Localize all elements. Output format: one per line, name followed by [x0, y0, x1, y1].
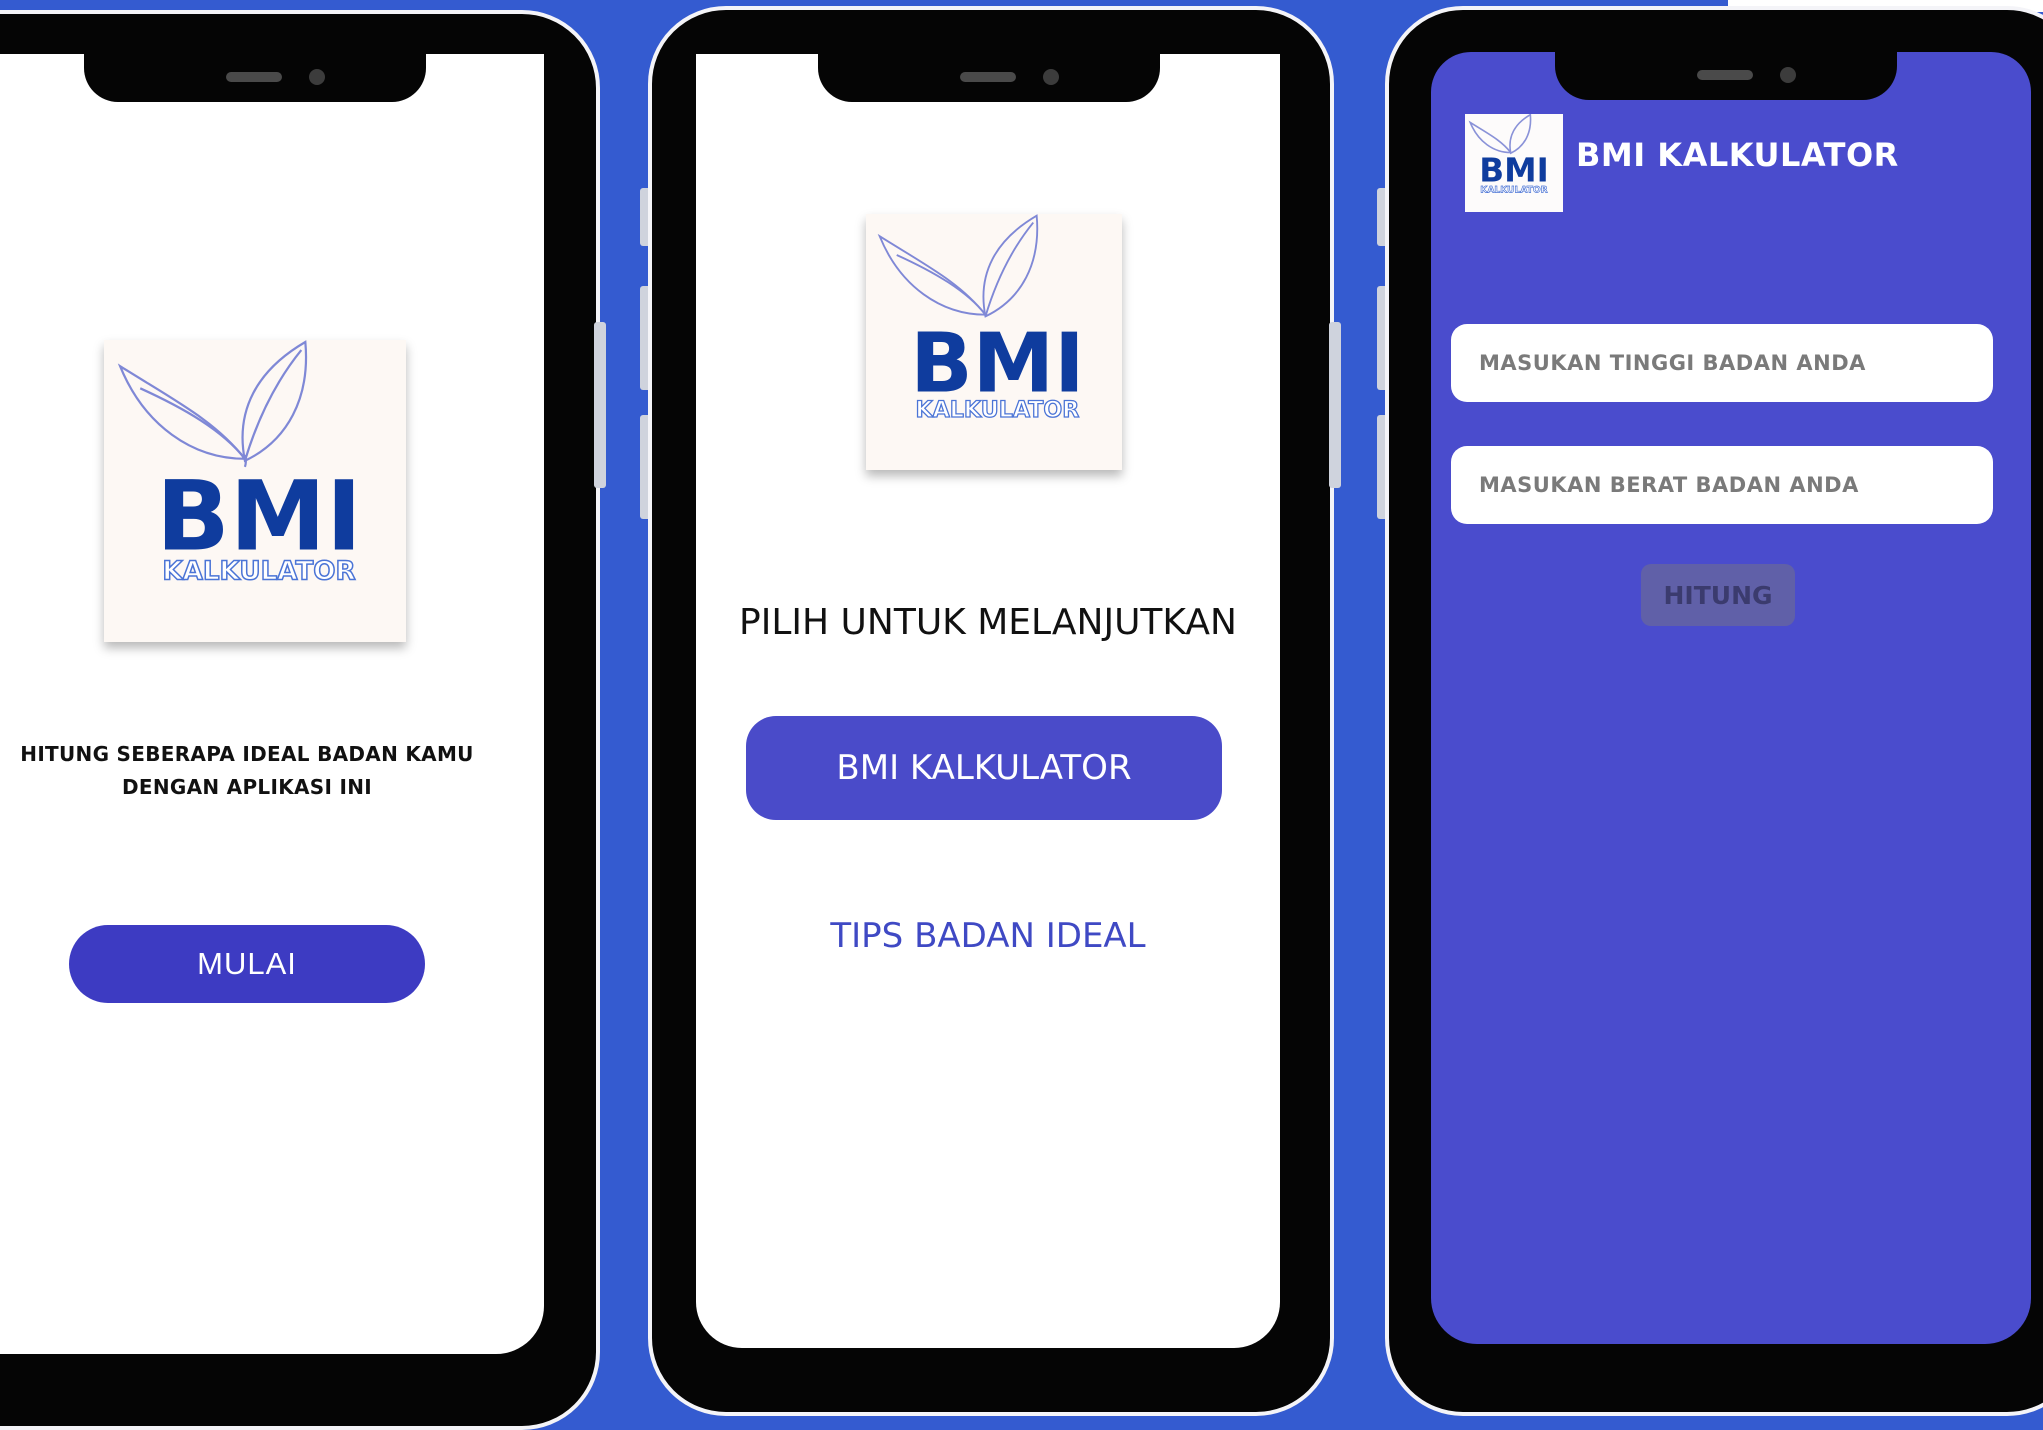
phone-welcome: BMI KALKULATOR HITUNG SEBERAPA IDEAL BAD… — [0, 10, 600, 1430]
tips-link[interactable]: TIPS BADAN IDEAL — [696, 916, 1280, 956]
side-button — [594, 322, 606, 488]
weight-input[interactable]: MASUKAN BERAT BADAN ANDA — [1451, 446, 1993, 524]
app-title: BMI KALKULATOR — [1576, 136, 1899, 174]
camera — [1043, 69, 1059, 85]
app-logo: BMI KALKULATOR — [866, 214, 1122, 470]
start-button[interactable]: MULAI — [69, 925, 425, 1003]
leaf-icon: BMI KALKULATOR — [117, 340, 362, 587]
phone-calculator: BMI KALKULATOR BMI KALKULATOR MASUKAN TI… — [1385, 6, 2043, 1416]
svg-text:BMI: BMI — [1479, 151, 1549, 189]
menu-screen: BMI KALKULATOR PILIH UNTUK MELANJUTKAN B… — [696, 54, 1280, 1348]
phone-menu: BMI KALKULATOR PILIH UNTUK MELANJUTKAN B… — [648, 6, 1334, 1416]
leaf-icon: BMI KALKULATOR — [877, 214, 1085, 424]
camera — [309, 69, 325, 85]
leaf-icon: BMI KALKULATOR — [1468, 114, 1549, 196]
app-logo-small: BMI KALKULATOR — [1465, 114, 1563, 212]
tagline: HITUNG SEBERAPA IDEAL BADAN KAMU DENGAN … — [0, 738, 544, 804]
notch — [84, 54, 426, 102]
welcome-screen: BMI KALKULATOR HITUNG SEBERAPA IDEAL BAD… — [0, 54, 544, 1354]
tagline-line-2: DENGAN APLIKASI INI — [121, 775, 373, 799]
tagline-line-1: HITUNG SEBERAPA IDEAL BADAN KAMU — [20, 742, 474, 766]
svg-text:KALKULATOR: KALKULATOR — [162, 557, 355, 587]
speaker — [226, 72, 282, 82]
side-button — [1329, 322, 1341, 488]
prompt-text: PILIH UNTUK MELANJUTKAN — [739, 602, 1237, 643]
calculator-screen: BMI KALKULATOR BMI KALKULATOR MASUKAN TI… — [1431, 52, 2031, 1344]
speaker — [960, 72, 1016, 82]
calculate-button[interactable]: HITUNG — [1641, 564, 1795, 626]
notch — [818, 54, 1160, 102]
bmi-calculator-button[interactable]: BMI KALKULATOR — [746, 716, 1222, 820]
height-input[interactable]: MASUKAN TINGGI BADAN ANDA — [1451, 324, 1993, 402]
svg-text:BMI: BMI — [156, 459, 362, 572]
app-logo: BMI KALKULATOR — [104, 340, 406, 642]
svg-text:KALKULATOR: KALKULATOR — [915, 397, 1079, 423]
camera — [1780, 67, 1796, 83]
speaker — [1697, 70, 1753, 80]
svg-text:KALKULATOR: KALKULATOR — [1480, 185, 1547, 195]
notch — [1555, 52, 1897, 100]
